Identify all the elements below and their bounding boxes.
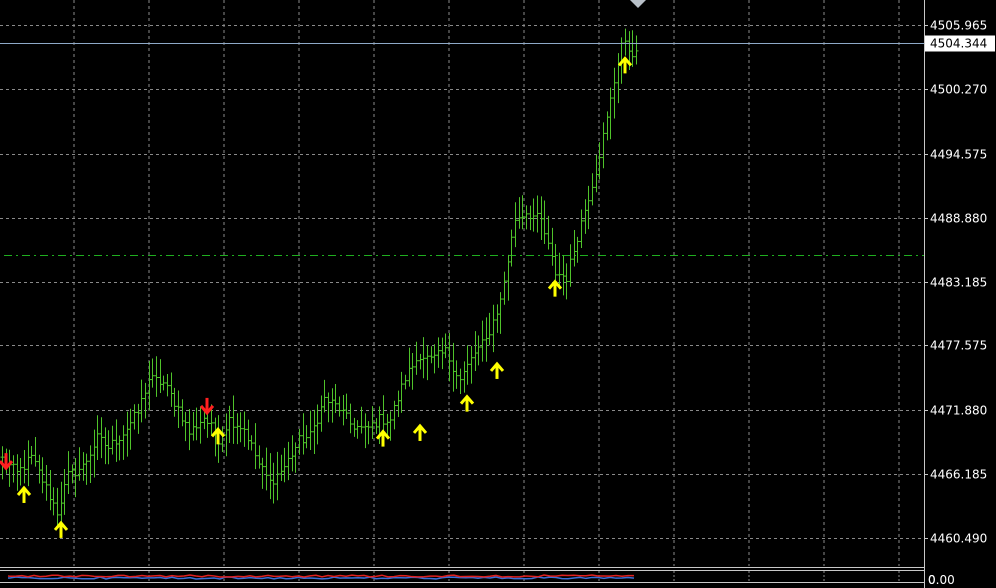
indicator-axis-label: 0 — [928, 573, 936, 587]
axis-tick-label: 4494.575 — [930, 148, 987, 162]
axis-tick-label: 4471.880 — [930, 404, 987, 418]
axis-tick-label: 4500.270 — [930, 83, 987, 97]
axis-tick-label: 4460.490 — [930, 532, 987, 546]
axis-tick-label: 4466.185 — [930, 468, 987, 482]
axis-tick-label: 4477.575 — [930, 339, 987, 353]
current-price-label: 4504.344 — [930, 37, 987, 51]
axis-tick-label: 4505.965 — [930, 19, 987, 33]
axis-tick-label: 4483.185 — [930, 276, 987, 290]
axis-tick-label: 4488.880 — [930, 212, 987, 226]
price-chart[interactable]: 4505.965 4500.270 4494.575 4488.880 4483.185… — [0, 0, 996, 588]
